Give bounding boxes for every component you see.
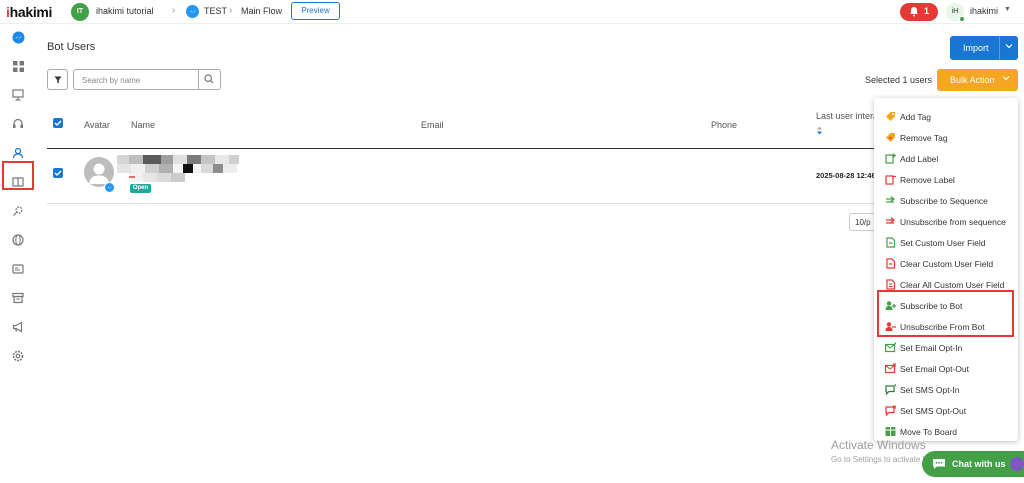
messenger-icon[interactable] <box>11 30 25 44</box>
breadcrumb-flow[interactable]: Main Flow <box>241 6 282 16</box>
dashboard-icon[interactable] <box>11 59 25 73</box>
messenger-icon <box>104 182 115 193</box>
preview-button[interactable]: Preview <box>291 2 340 20</box>
page-size-select[interactable]: 10/p <box>849 213 877 231</box>
menu-item-remove-label[interactable]: Remove Label <box>874 169 1018 189</box>
chevron-down-icon <box>1002 74 1010 84</box>
last-interaction-cell: 2025-08-28 12:46 <box>816 171 876 180</box>
table-row-divider <box>47 203 877 204</box>
sms-optout-icon <box>885 405 897 417</box>
page-title: Bot Users <box>47 41 96 53</box>
top-bar: ihakimi IT ihakimi tutorial › TEST › Mai… <box>0 0 1024 24</box>
bulk-action-menu: Add Tag Remove Tag Add Label Remove Labe… <box>874 98 1018 441</box>
menu-item-subscribe-sequence[interactable]: Subscribe to Sequence <box>874 190 1018 210</box>
user-avatar[interactable]: iH <box>946 3 965 22</box>
subscription-items-highlight <box>877 290 1014 337</box>
id-card-icon[interactable] <box>11 262 25 276</box>
settings-icon[interactable] <box>11 349 25 363</box>
column-header-last-interaction[interactable]: Last user intera <box>816 111 878 121</box>
ai-assistant-icon[interactable] <box>1010 457 1024 471</box>
notifications-button[interactable]: 1 <box>900 3 938 21</box>
workspace-avatar[interactable]: IT <box>71 3 89 21</box>
menu-item-sms-optout[interactable]: Set SMS Opt-Out <box>874 400 1018 420</box>
menu-item-unsubscribe-sequence[interactable]: Unsubscribe from sequence <box>874 211 1018 231</box>
email-optout-icon <box>884 363 897 374</box>
tag-remove-icon <box>885 132 896 143</box>
menu-item-email-optin[interactable]: Set Email Opt-In <box>874 337 1018 357</box>
table-header-divider <box>47 148 877 149</box>
column-header-phone[interactable]: Phone <box>711 120 737 130</box>
menu-item-add-tag[interactable]: Add Tag <box>874 106 1018 126</box>
menu-item-set-custom-field[interactable]: Set Custom User Field <box>874 232 1018 252</box>
search-box <box>73 69 221 90</box>
breadcrumb-workspace[interactable]: ihakimi tutorial <box>96 6 154 16</box>
breadcrumb-bot[interactable]: TEST <box>204 6 227 16</box>
import-button[interactable]: Import <box>950 36 1018 60</box>
field-set-icon <box>885 237 896 248</box>
menu-item-sms-optin[interactable]: Set SMS Opt-In <box>874 379 1018 399</box>
menu-item-add-label[interactable]: Add Label <box>874 148 1018 168</box>
menu-item-email-optout[interactable]: Set Email Opt-Out <box>874 358 1018 378</box>
activate-windows-title: Activate Windows <box>831 438 926 452</box>
sms-optin-icon <box>885 383 897 396</box>
headset-icon[interactable] <box>11 117 25 131</box>
selected-count: Selected 1 users <box>865 75 933 85</box>
user-icon[interactable] <box>11 146 25 160</box>
tag-add-icon <box>885 111 896 122</box>
app-logo[interactable]: ihakimi <box>6 4 52 20</box>
field-clear-icon <box>885 258 896 269</box>
field-clear-all-icon <box>885 279 896 290</box>
sort-icon[interactable] <box>816 126 823 137</box>
filter-icon <box>54 76 61 83</box>
select-all-checkbox[interactable] <box>53 118 63 128</box>
board-icon <box>885 426 896 437</box>
menu-item-clear-custom-field[interactable]: Clear Custom User Field <box>874 253 1018 273</box>
online-indicator <box>959 16 965 22</box>
search-input[interactable] <box>82 73 192 87</box>
sequence-subscribe-icon <box>885 195 896 206</box>
user-name[interactable]: ihakimi <box>970 6 998 16</box>
bell-icon <box>909 6 919 19</box>
sequence-unsubscribe-icon <box>885 216 896 227</box>
label-remove-icon <box>885 174 896 185</box>
search-icon[interactable] <box>204 74 214 86</box>
row-checkbox[interactable] <box>53 168 63 178</box>
chat-bubble-icon <box>932 458 946 472</box>
filter-button[interactable] <box>47 69 68 90</box>
menu-item-remove-tag[interactable]: Remove Tag <box>874 127 1018 147</box>
chevron-right-icon: › <box>229 5 233 16</box>
chevron-down-icon[interactable] <box>1005 42 1013 52</box>
label-add-icon <box>885 153 896 164</box>
email-optin-icon <box>884 342 897 353</box>
status-badge: Open <box>130 184 151 193</box>
megaphone-icon[interactable] <box>11 320 25 334</box>
globe-icon[interactable] <box>11 233 25 247</box>
import-divider <box>999 36 1000 60</box>
sidebar-active-highlight <box>2 161 34 190</box>
search-divider <box>198 70 199 89</box>
presentation-icon[interactable] <box>11 88 25 102</box>
column-header-name[interactable]: Name <box>131 120 155 130</box>
sidebar <box>0 24 36 483</box>
messenger-icon <box>186 5 199 18</box>
search-settings-icon[interactable] <box>11 204 25 218</box>
chevron-right-icon: › <box>172 5 176 16</box>
archive-icon[interactable] <box>11 291 25 305</box>
chat-widget-button[interactable]: Chat with us <box>922 451 1024 477</box>
notification-count: 1 <box>924 6 930 16</box>
column-header-email[interactable]: Email <box>421 120 444 130</box>
column-header-avatar: Avatar <box>84 120 110 130</box>
bulk-action-button[interactable]: Bulk Action <box>937 69 1018 91</box>
caret-down-icon[interactable]: ▼ <box>1004 6 1011 13</box>
